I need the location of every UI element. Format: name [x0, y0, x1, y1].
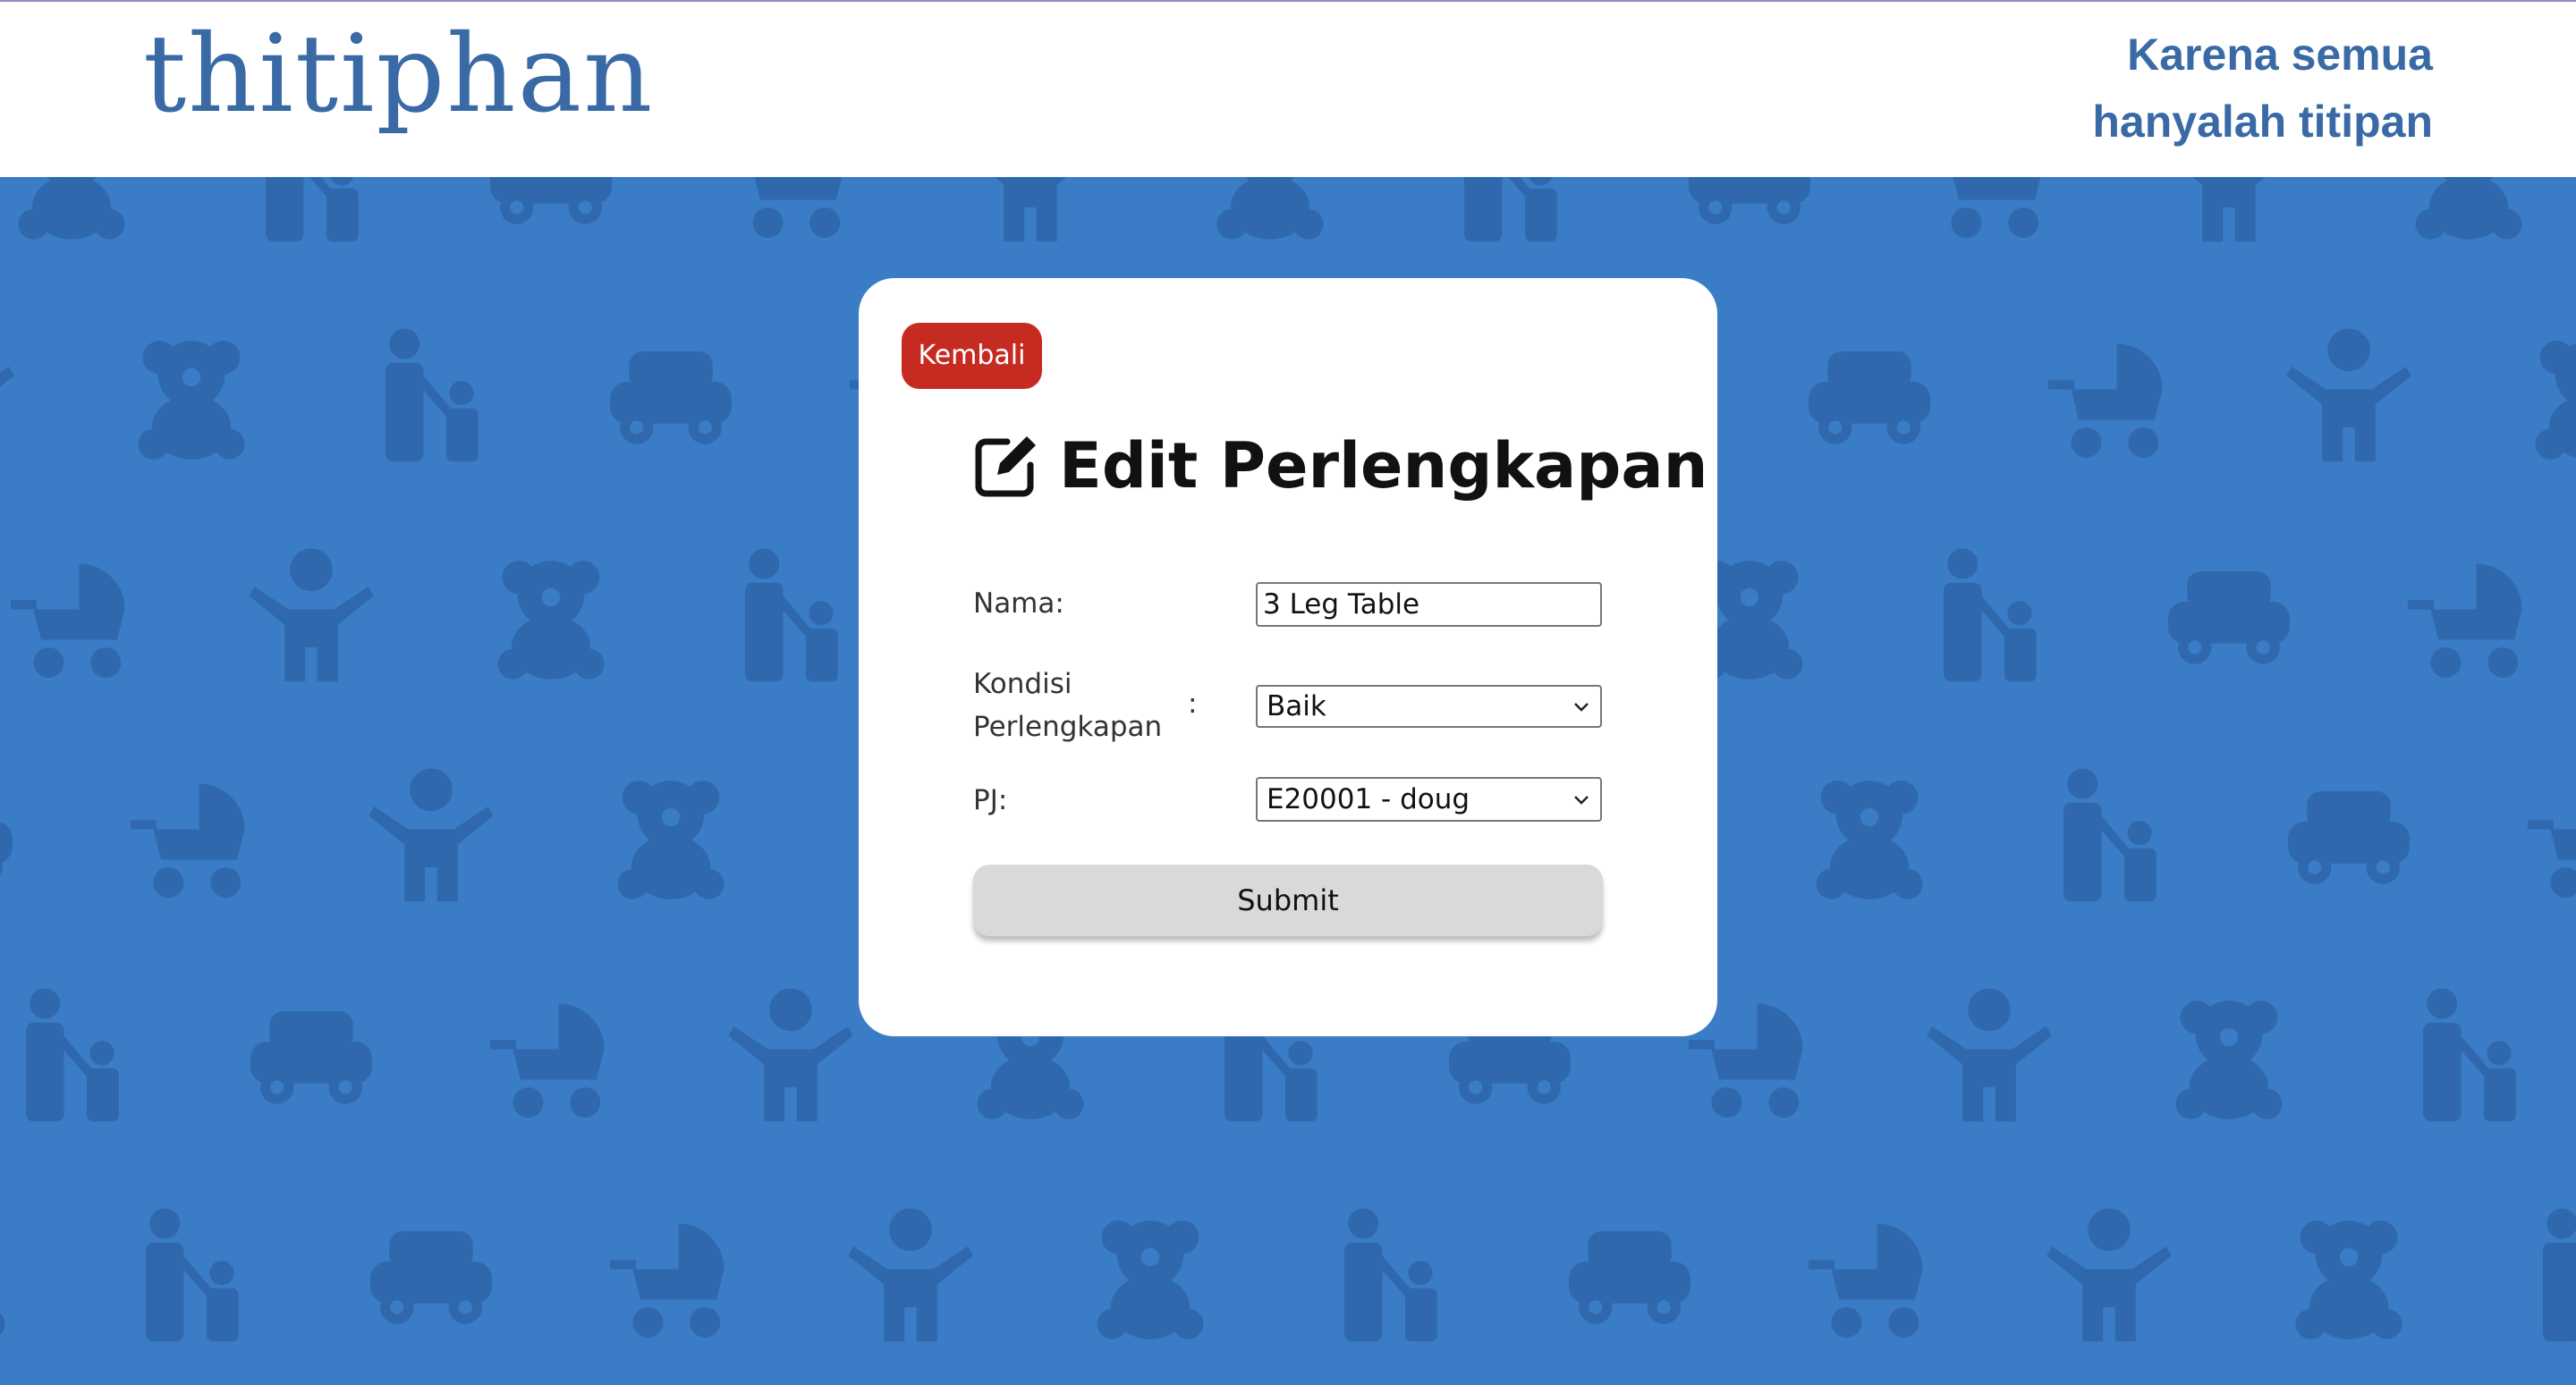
stroller-icon	[131, 783, 245, 898]
back-button[interactable]: Kembali	[902, 323, 1042, 389]
stroller-icon	[2048, 343, 2163, 458]
parent-child-icon	[1344, 1208, 1437, 1342]
parent-child-icon	[25, 988, 119, 1122]
page-title-row: Edit Perlengkapan	[973, 421, 1707, 511]
stroller-icon	[752, 177, 843, 238]
kondisi-colon: :	[1188, 688, 1198, 720]
parent-child-icon	[2423, 988, 2516, 1122]
kondisi-label: Kondisi Perlengkapan	[973, 663, 1162, 748]
child-icon	[1927, 988, 2052, 1122]
toy-car-icon	[610, 351, 732, 444]
parent-child-icon	[146, 1208, 239, 1342]
submit-button[interactable]: Submit	[973, 865, 1603, 936]
stroller-icon	[1809, 1223, 1923, 1338]
parent-child-icon	[1944, 548, 2037, 682]
stroller-icon	[2528, 820, 2576, 898]
toy-car-icon	[490, 177, 612, 224]
child-icon	[994, 177, 1067, 242]
parent-child-icon	[2063, 768, 2157, 902]
teddy-bear-icon	[138, 341, 245, 460]
teddy-bear-icon	[497, 561, 605, 680]
child-icon	[2192, 177, 2266, 242]
teddy-bear-icon	[1816, 781, 1923, 899]
pj-label: PJ:	[973, 784, 1008, 816]
stroller-icon	[490, 1003, 605, 1118]
stroller-icon	[610, 1223, 724, 1338]
teddy-bear-icon	[18, 177, 125, 240]
child-icon	[728, 988, 853, 1122]
toy-car-icon	[1569, 1231, 1690, 1324]
kondisi-label-line-1: Kondisi	[973, 668, 1072, 700]
edit-icon	[975, 436, 1036, 497]
child-icon	[369, 768, 494, 902]
nama-label: Nama:	[973, 587, 1064, 620]
stroller-icon	[2408, 563, 2522, 678]
toy-car-icon	[0, 822, 13, 877]
site-header: thitiphan Karena semua hanyalah titipan	[0, 0, 2576, 177]
page-title: Edit Perlengkapan	[1059, 429, 1708, 502]
chevron-down-icon	[1574, 703, 1589, 712]
tagline-line-1: Karena semua	[2127, 30, 2433, 80]
parent-child-icon	[266, 177, 359, 242]
kondisi-selected-value: Baik	[1267, 690, 1326, 722]
nama-input[interactable]: 3 Leg Table	[1256, 582, 1602, 627]
stroller-icon	[10, 563, 125, 678]
site-tagline: Karena semua hanyalah titipan	[2092, 21, 2433, 156]
toy-car-icon	[370, 1231, 492, 1324]
pj-select[interactable]: E20001 - doug	[1256, 777, 1602, 822]
parent-child-icon	[386, 328, 479, 462]
child-icon	[0, 366, 14, 387]
stroller-icon	[1951, 177, 2041, 238]
teddy-bear-icon	[1216, 177, 1324, 240]
parent-child-icon	[745, 548, 838, 682]
child-icon	[249, 548, 374, 682]
parent-child-icon	[1464, 177, 1557, 242]
teddy-bear-icon	[2535, 341, 2576, 460]
teddy-bear-icon	[0, 1233, 5, 1336]
kondisi-label-line-2: Perlengkapan	[973, 711, 1163, 743]
child-icon	[848, 1208, 973, 1342]
pj-selected-value: E20001 - doug	[1267, 783, 1470, 815]
toy-car-icon	[250, 1011, 372, 1104]
toy-car-icon	[1809, 351, 1930, 444]
edit-form-card: Kembali Edit Perlengkapan Nama: 3 Leg Ta…	[859, 278, 1717, 1036]
teddy-bear-icon	[2175, 1001, 2283, 1119]
child-icon	[2046, 1208, 2172, 1342]
site-logo[interactable]: thitiphan	[143, 21, 654, 129]
teddy-bear-icon	[2415, 177, 2522, 240]
teddy-bear-icon	[2295, 1220, 2402, 1339]
teddy-bear-icon	[1097, 1220, 1204, 1339]
toy-car-icon	[2288, 791, 2410, 884]
toy-car-icon	[2168, 571, 2290, 664]
toy-car-icon	[1689, 177, 1810, 224]
tagline-line-2: hanyalah titipan	[2092, 97, 2433, 147]
child-icon	[2286, 328, 2411, 462]
chevron-down-icon	[1574, 796, 1589, 805]
teddy-bear-icon	[617, 781, 724, 899]
parent-child-icon	[2543, 1208, 2576, 1342]
kondisi-select[interactable]: Baik	[1256, 685, 1602, 728]
